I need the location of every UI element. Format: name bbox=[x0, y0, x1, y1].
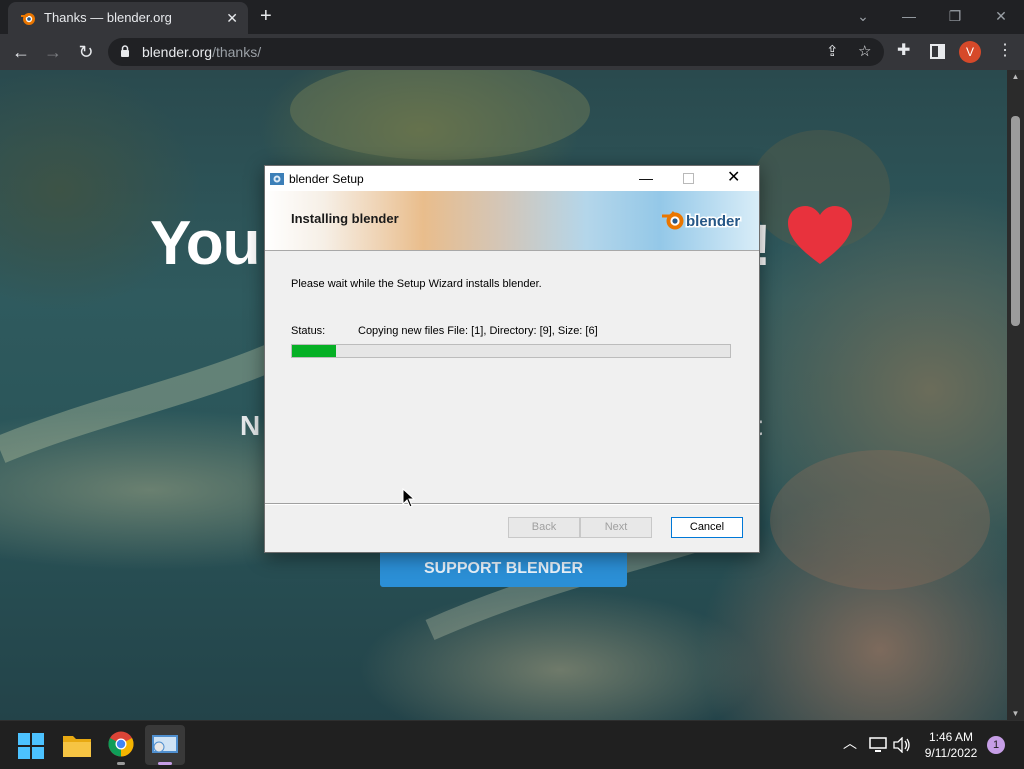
reload-icon[interactable]: ↻ bbox=[75, 42, 97, 62]
dialog-title: blender Setup bbox=[289, 172, 364, 186]
blender-logo: blender blender bbox=[662, 211, 742, 232]
address-bar[interactable]: blender.org/thanks/ ⇪ ☆ bbox=[108, 38, 884, 66]
url-path: /thanks/ bbox=[212, 44, 262, 60]
browser-menu-icon[interactable]: ⋮ bbox=[997, 42, 1013, 60]
window-minimize-button[interactable]: — bbox=[898, 6, 920, 26]
bookmark-star-icon[interactable]: ☆ bbox=[858, 44, 871, 60]
back-button[interactable]: Back bbox=[508, 517, 580, 538]
chrome-running-indicator bbox=[117, 762, 125, 765]
scroll-up-arrow-icon[interactable]: ▲ bbox=[1007, 72, 1024, 81]
clock-date: 9/11/2022 bbox=[924, 746, 978, 760]
browser-tab-strip: Thanks — blender.org ✕ + ⌄ — ❐ ✕ bbox=[0, 0, 1024, 34]
progress-fill bbox=[292, 345, 336, 357]
window-close-button[interactable]: ✕ bbox=[990, 6, 1012, 26]
install-intro-text: Please wait while the Setup Wizard insta… bbox=[291, 278, 542, 290]
window-restore-button[interactable]: ❐ bbox=[944, 6, 966, 26]
tab-search-chevron-icon[interactable]: ⌄ bbox=[852, 6, 874, 26]
profile-avatar[interactable]: V bbox=[959, 41, 981, 63]
side-panel-icon[interactable] bbox=[930, 44, 945, 59]
chrome-icon[interactable] bbox=[108, 731, 134, 757]
windows-start-icon[interactable] bbox=[18, 733, 44, 759]
next-button[interactable]: Next bbox=[580, 517, 652, 538]
cancel-button[interactable]: Cancel bbox=[671, 517, 743, 538]
status-label: Status: bbox=[291, 325, 326, 337]
blender-setup-dialog: blender Setup — ✕ Installing blender ble… bbox=[264, 165, 760, 553]
tab-title: Thanks — blender.org bbox=[44, 10, 172, 25]
notification-badge[interactable]: 1 bbox=[987, 736, 1005, 754]
page-scrollbar[interactable]: ▲ ▼ bbox=[1007, 70, 1024, 720]
network-icon[interactable] bbox=[869, 737, 887, 753]
clock-time: 1:46 AM bbox=[928, 730, 974, 744]
taskbar-clock[interactable]: 1:46 AM 9/11/2022 bbox=[920, 729, 982, 761]
banner-title: Installing blender bbox=[291, 211, 399, 226]
installer-active-indicator bbox=[158, 762, 172, 765]
volume-icon[interactable] bbox=[893, 737, 911, 753]
scrollbar-thumb[interactable] bbox=[1011, 116, 1020, 326]
blender-favicon-icon bbox=[21, 13, 35, 25]
browser-toolbar: ← → ↻ blender.org/thanks/ ⇪ ☆ ✚ ⋮ bbox=[0, 34, 1024, 70]
hidden-icons-chevron-icon[interactable]: ︿ bbox=[843, 735, 857, 751]
installer-taskbar-icon[interactable] bbox=[152, 733, 178, 757]
file-explorer-icon[interactable] bbox=[63, 733, 91, 757]
dialog-maximize-button bbox=[683, 173, 694, 184]
hero-heading-left: You bbox=[150, 209, 260, 278]
dialog-divider bbox=[265, 503, 759, 505]
support-blender-button[interactable]: SUPPORT BLENDER bbox=[380, 550, 627, 587]
url-text: blender.org/thanks/ bbox=[142, 44, 261, 60]
installer-icon bbox=[270, 173, 284, 185]
forward-arrow-icon[interactable]: → bbox=[42, 42, 64, 62]
scroll-down-arrow-icon[interactable]: ▼ bbox=[1007, 709, 1024, 718]
dialog-banner: Installing blender blender blender bbox=[265, 191, 759, 251]
blender-logo-text: blender bbox=[686, 213, 740, 230]
dialog-titlebar[interactable]: blender Setup — ✕ bbox=[265, 166, 759, 191]
tab-close-icon[interactable]: ✕ bbox=[226, 9, 238, 27]
new-tab-button[interactable]: + bbox=[260, 6, 272, 26]
extensions-puzzle-icon[interactable]: ✚ bbox=[897, 42, 910, 60]
url-domain: blender.org bbox=[142, 44, 213, 60]
lock-icon bbox=[121, 45, 129, 57]
share-icon[interactable]: ⇪ bbox=[826, 44, 839, 60]
browser-tab[interactable]: Thanks — blender.org ✕ bbox=[8, 2, 248, 34]
back-arrow-icon[interactable]: ← bbox=[10, 42, 32, 62]
windows-taskbar: ︿ 1:46 AM 9/11/2022 1 bbox=[0, 720, 1024, 769]
subheading-left: N bbox=[240, 410, 261, 441]
install-progress-bar bbox=[291, 344, 731, 358]
mouse-cursor-icon bbox=[402, 488, 415, 508]
status-text: Copying new files File: [1], Directory: … bbox=[358, 325, 598, 337]
dialog-close-button[interactable]: ✕ bbox=[727, 169, 740, 187]
dialog-minimize-button[interactable]: — bbox=[639, 170, 653, 186]
heart-icon bbox=[788, 206, 852, 264]
